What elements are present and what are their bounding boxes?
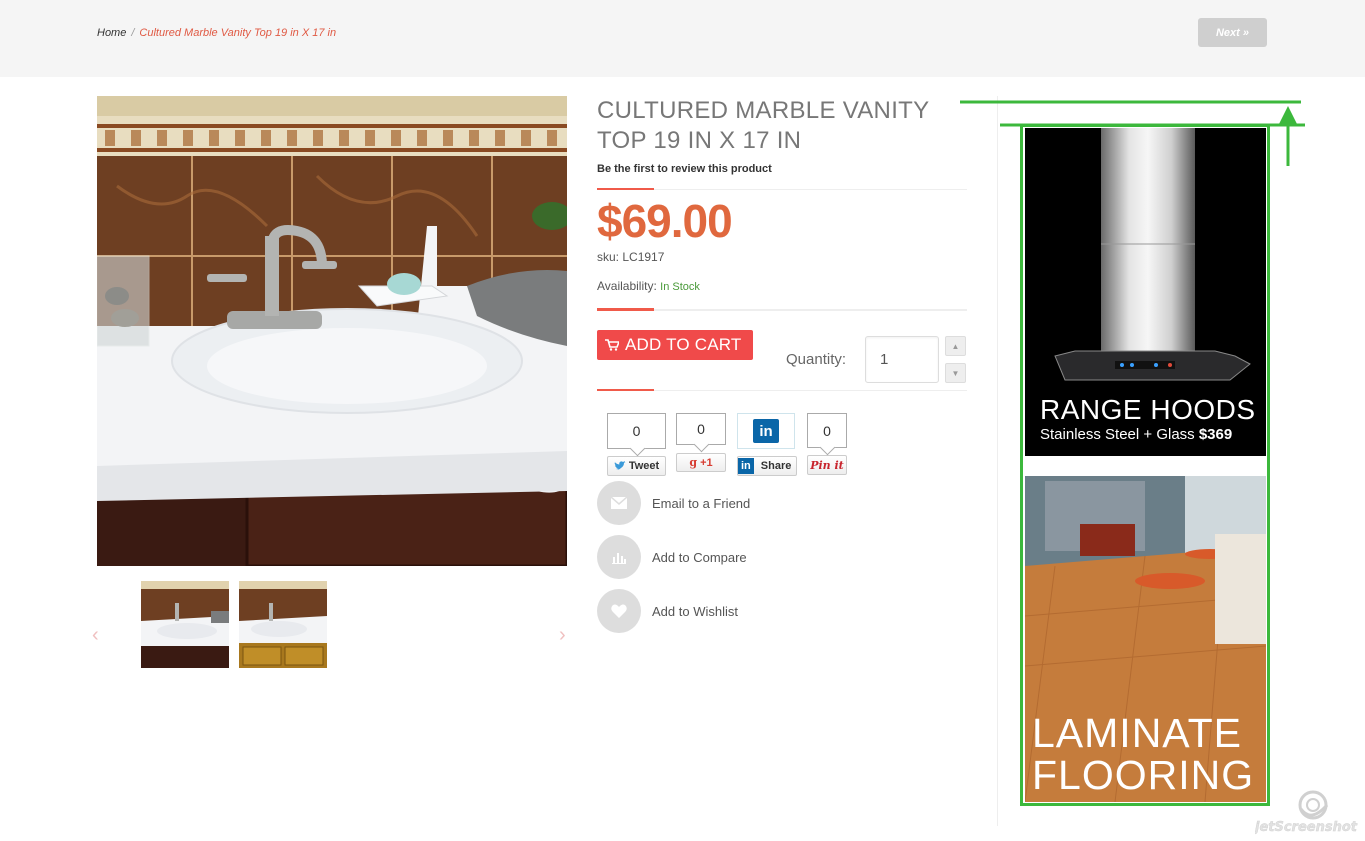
breadcrumb: Home / Cultured Marble Vanity Top 19 in X … bbox=[97, 27, 336, 39]
svg-text:jetScreenshot: jetScreenshot bbox=[1255, 820, 1358, 835]
cart-icon bbox=[605, 339, 619, 351]
ad-range-hoods-sub: Stainless Steel + Glass bbox=[1040, 426, 1195, 443]
quantity-decrease-button[interactable]: ▼ bbox=[945, 363, 966, 383]
pin-it-label: Pin it bbox=[810, 458, 844, 472]
product-title: CULTURED MARBLE VANITY TOP 19 IN X 17 IN bbox=[597, 97, 929, 154]
add-to-wishlist-action[interactable]: Add to Wishlist bbox=[597, 589, 738, 633]
add-to-cart-label: ADD TO CART bbox=[625, 335, 742, 354]
quantity-input[interactable]: 1 bbox=[865, 336, 939, 383]
review-link[interactable]: Be the first to review this product bbox=[597, 163, 772, 175]
tweet-label: Tweet bbox=[628, 460, 660, 472]
linkedin-logo-icon: in bbox=[753, 419, 779, 443]
twitter-bird-icon bbox=[613, 461, 626, 470]
ad-laminate-line1: LAMINATE bbox=[1032, 710, 1242, 756]
linkedin-share: in in Share bbox=[737, 413, 797, 476]
ad-range-hoods-price: $369 bbox=[1198, 426, 1233, 443]
linkedin-share-label: Share bbox=[760, 460, 792, 472]
quantity-increase-button[interactable]: ▲ bbox=[945, 336, 966, 356]
quantity-label: Quantity: bbox=[786, 351, 847, 368]
google-plus-icon: g bbox=[689, 456, 698, 469]
ad-laminate-line2: FLOORING bbox=[1032, 752, 1255, 798]
breadcrumb-separator: / bbox=[131, 27, 135, 39]
twitter-count: 0 bbox=[607, 413, 666, 449]
ad-range-hoods-subtitle: Stainless Steel + Glass $369 bbox=[1040, 426, 1232, 443]
add-to-compare-action[interactable]: Add to Compare bbox=[597, 535, 747, 579]
product-availability: Availability: In Stock bbox=[597, 279, 700, 293]
divider-accent bbox=[597, 308, 654, 311]
availability-label: Availability: bbox=[597, 279, 657, 293]
thumbnail-image-1[interactable] bbox=[141, 581, 229, 668]
pinterest-count: 0 bbox=[807, 413, 847, 448]
jetscreenshot-watermark-logo: jetScreenshot bbox=[1255, 790, 1358, 835]
google-plus-label: +1 bbox=[700, 456, 713, 469]
chevron-down-icon: ▼ bbox=[951, 368, 960, 378]
twitter-share: 0 Tweet bbox=[607, 413, 666, 476]
email-friend-label: Email to a Friend bbox=[652, 495, 751, 511]
main-product-image[interactable] bbox=[97, 96, 567, 566]
bar-chart-icon bbox=[597, 535, 641, 579]
thumbnail-prev-arrow[interactable]: ‹ bbox=[92, 624, 99, 647]
envelope-icon bbox=[597, 481, 641, 525]
heart-icon bbox=[597, 589, 641, 633]
add-to-cart-button[interactable]: ADD TO CART bbox=[597, 330, 753, 360]
sidebar-divider bbox=[997, 96, 998, 826]
google-plus-share: 0 g +1 bbox=[676, 413, 726, 472]
sku-label: sku: bbox=[597, 250, 620, 264]
top-bar: Home / Cultured Marble Vanity Top 19 in X … bbox=[0, 0, 1365, 77]
range-hoods-ad[interactable]: RANGE HOODS Stainless Steel + Glass $369 bbox=[1025, 128, 1266, 456]
next-product-button[interactable]: Next » bbox=[1198, 18, 1267, 47]
product-sku: sku: LC1917 bbox=[597, 250, 664, 264]
sku-value: LC1917 bbox=[622, 250, 665, 264]
pin-it-button[interactable]: Pin it bbox=[807, 455, 847, 475]
add-to-wishlist-label: Add to Wishlist bbox=[652, 603, 738, 619]
breadcrumb-home-link[interactable]: Home bbox=[97, 27, 126, 39]
availability-status: In Stock bbox=[660, 281, 700, 293]
divider-accent bbox=[597, 389, 654, 391]
pinterest-share: 0 Pin it bbox=[807, 413, 847, 475]
ad-laminate-flooring-title: LAMINATE FLOORING bbox=[1032, 712, 1254, 796]
ad-range-hoods-title: RANGE HOODS bbox=[1040, 394, 1256, 425]
tweet-button[interactable]: Tweet bbox=[607, 456, 666, 476]
thumbnail-next-arrow[interactable]: › bbox=[559, 624, 566, 647]
thumbnail-image-2[interactable] bbox=[239, 581, 327, 668]
product-price: $69.00 bbox=[597, 195, 733, 247]
google-plus-button[interactable]: g +1 bbox=[676, 453, 726, 472]
google-plus-count: 0 bbox=[676, 413, 726, 445]
divider-accent bbox=[597, 188, 654, 190]
chevron-up-icon: ▲ bbox=[951, 341, 960, 351]
linkedin-share-button[interactable]: in Share bbox=[737, 456, 797, 476]
breadcrumb-current: Cultured Marble Vanity Top 19 in X 17 in bbox=[139, 27, 337, 39]
laminate-flooring-ad[interactable]: LAMINATE FLOORING bbox=[1025, 476, 1266, 802]
linkedin-count-box: in bbox=[737, 413, 795, 449]
email-friend-action[interactable]: Email to a Friend bbox=[597, 481, 750, 525]
linkedin-icon: in bbox=[738, 458, 754, 474]
add-to-compare-label: Add to Compare bbox=[652, 549, 747, 565]
